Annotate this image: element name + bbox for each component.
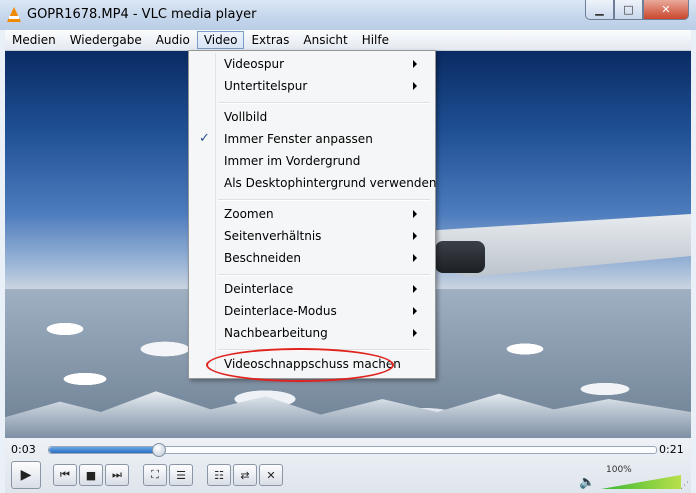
loop-button[interactable]: ⇄: [233, 464, 257, 486]
fullscreen-button[interactable]: ⛶: [143, 464, 167, 486]
seek-handle[interactable]: [152, 443, 167, 457]
menu-ansicht[interactable]: Ansicht: [296, 31, 354, 49]
menu-item-deinterlace[interactable]: Deinterlace: [191, 278, 431, 300]
playlist-button[interactable]: ☷: [207, 464, 231, 486]
menu-item-deinterlace-modus[interactable]: Deinterlace-Modus: [191, 300, 431, 322]
submenu-arrow-icon: [413, 210, 417, 218]
menu-item-label: Deinterlace-Modus: [224, 304, 337, 318]
submenu-arrow-icon: [413, 232, 417, 240]
playback-controls: 0:03 0:21 ▶ ⏮ ■ ⏭ ⛶ ☰ ☷ ⇄ ✕ 🔈 100% ⋰: [5, 438, 691, 493]
fullscreen-icon: ⛶: [151, 468, 159, 481]
menu-hilfe[interactable]: Hilfe: [355, 31, 396, 49]
close-button[interactable]: ✕: [643, 0, 689, 20]
next-button[interactable]: ⏭: [105, 464, 129, 486]
menu-item-desktophintergrund[interactable]: Als Desktophintergrund verwenden: [191, 172, 436, 194]
menu-item-label: Untertitelspur: [224, 79, 308, 93]
menu-separator: [218, 274, 430, 276]
elapsed-time: 0:03: [11, 443, 36, 456]
video-frame-engine: [435, 241, 485, 273]
seek-bar[interactable]: [48, 443, 657, 457]
stop-icon: ■: [85, 468, 97, 482]
submenu-arrow-icon: [413, 307, 417, 315]
submenu-arrow-icon: [413, 285, 417, 293]
menu-item-seitenverhaeltnis[interactable]: Seitenverhältnis: [191, 225, 431, 247]
menu-separator: [218, 199, 430, 201]
vlc-cone-icon: [7, 7, 21, 22]
menu-item-label: Vollbild: [224, 110, 268, 124]
resize-grip-icon[interactable]: ⋰: [680, 481, 689, 491]
menu-item-label: Immer im Vordergrund: [224, 154, 361, 168]
annotation-highlight-circle: [206, 348, 394, 382]
volume-fill: [601, 475, 681, 489]
menu-item-nachbearbeitung[interactable]: Nachbearbeitung: [191, 322, 431, 344]
menu-item-label: Als Desktophintergrund verwenden: [224, 176, 437, 190]
menu-video[interactable]: Video: [196, 31, 245, 49]
menu-item-videospur[interactable]: Videospur: [191, 53, 431, 75]
menu-item-label: Deinterlace: [224, 282, 294, 296]
equalizer-icon: ☰: [176, 468, 186, 482]
playlist-icon: ☷: [214, 468, 224, 482]
menu-item-vollbild[interactable]: Vollbild: [191, 106, 431, 128]
menu-item-label: Nachbearbeitung: [224, 326, 328, 340]
previous-icon: ⏮: [60, 468, 70, 481]
volume-percentage: 100%: [606, 465, 632, 475]
menu-item-label: Beschneiden: [224, 251, 301, 265]
menu-item-beschneiden[interactable]: Beschneiden: [191, 247, 431, 269]
total-time: 0:21: [659, 443, 684, 456]
submenu-arrow-icon: [413, 82, 417, 90]
stop-button[interactable]: ■: [79, 464, 103, 486]
window-title: GOPR1678.MP4 - VLC media player: [27, 7, 257, 22]
menu-item-zoomen[interactable]: Zoomen: [191, 203, 431, 225]
menu-separator: [218, 102, 430, 104]
submenu-arrow-icon: [413, 254, 417, 262]
title-bar: GOPR1678.MP4 - VLC media player ▁ □ ✕: [0, 0, 696, 30]
submenu-arrow-icon: [413, 60, 417, 68]
next-icon: ⏭: [112, 468, 122, 481]
menu-item-label: Zoomen: [224, 207, 274, 221]
menu-medien[interactable]: Medien: [5, 31, 63, 49]
menu-item-label: Videospur: [224, 57, 285, 71]
window-controls: ▁ □ ✕: [585, 0, 689, 20]
submenu-arrow-icon: [413, 329, 417, 337]
shuffle-icon: ✕: [266, 468, 276, 482]
loop-icon: ⇄: [240, 468, 250, 482]
play-button[interactable]: ▶: [11, 461, 41, 489]
menu-item-label: Seitenverhältnis: [224, 229, 322, 243]
speaker-icon[interactable]: 🔈: [579, 475, 595, 490]
previous-button[interactable]: ⏮: [53, 464, 77, 486]
video-menu-dropdown: Videospur Untertitelspur Vollbild ✓ Imme…: [188, 50, 436, 379]
menu-audio[interactable]: Audio: [149, 31, 197, 49]
shuffle-button[interactable]: ✕: [259, 464, 283, 486]
volume-slider[interactable]: [601, 475, 681, 489]
menu-extras[interactable]: Extras: [244, 31, 296, 49]
menu-bar: Medien Wiedergabe Audio Video Extras Ans…: [5, 30, 691, 51]
menu-wiedergabe[interactable]: Wiedergabe: [63, 31, 149, 49]
minimize-button[interactable]: ▁: [585, 0, 614, 20]
seek-bar-fill: [49, 447, 159, 453]
menu-item-immer-fenster-anpassen[interactable]: ✓ Immer Fenster anpassen: [191, 128, 431, 150]
menu-item-label: Immer Fenster anpassen: [224, 132, 373, 146]
play-icon: ▶: [20, 467, 32, 483]
maximize-button[interactable]: □: [614, 0, 643, 20]
menu-item-immer-im-vordergrund[interactable]: Immer im Vordergrund: [191, 150, 431, 172]
checkmark-icon: ✓: [199, 131, 210, 146]
menu-item-untertitelspur[interactable]: Untertitelspur: [191, 75, 431, 97]
extended-settings-button[interactable]: ☰: [169, 464, 193, 486]
